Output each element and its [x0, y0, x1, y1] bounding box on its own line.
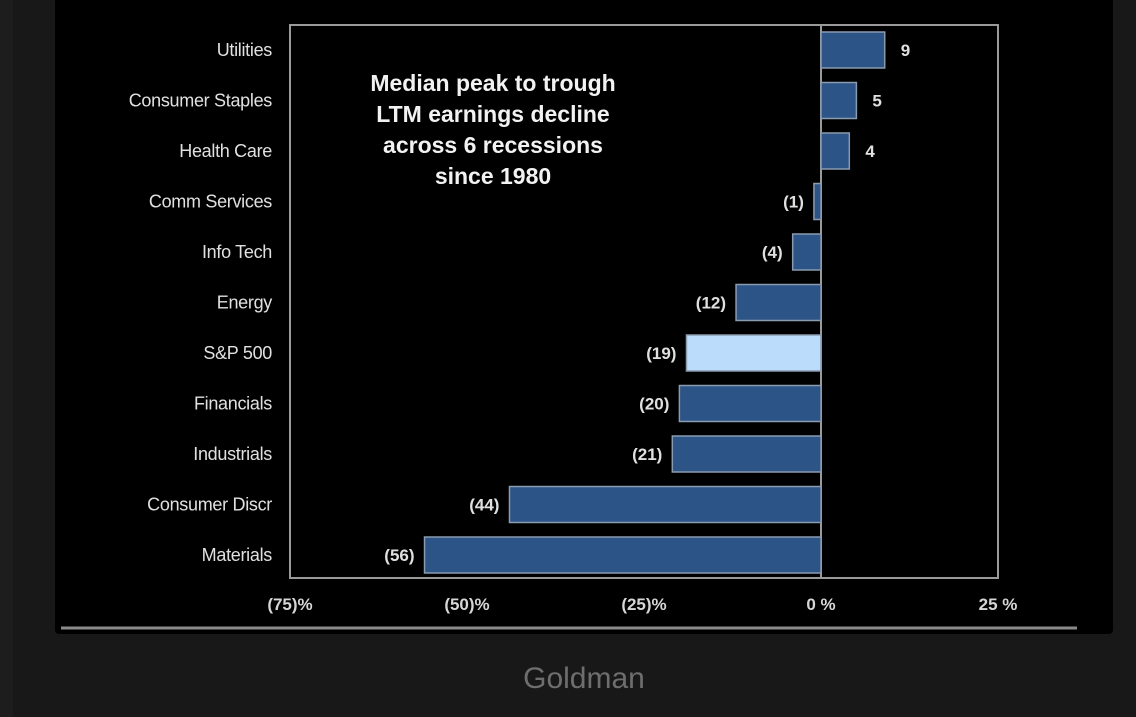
bar-comm-services: [813, 182, 822, 221]
x-tick-label: (50)%: [444, 595, 489, 614]
category-label: Consumer Staples: [129, 91, 273, 111]
x-tick-label: 25 %: [979, 595, 1018, 614]
value-label: (20): [639, 395, 669, 414]
bar-s-p-500: [685, 334, 822, 372]
chart-title: Median peak to trough LTM earnings decli…: [370, 70, 615, 189]
x-tick-label: 0 %: [806, 595, 835, 614]
bar-utilities: [820, 31, 886, 69]
value-label: (12): [696, 294, 726, 313]
category-label: Materials: [202, 545, 273, 565]
chart-title-line: LTM earnings decline: [376, 101, 609, 127]
value-label: (44): [469, 496, 499, 515]
value-label: (4): [762, 243, 783, 262]
bar-energy: [735, 283, 822, 322]
bar-health-care: [820, 132, 851, 170]
chart-title-line: across 6 recessions: [383, 132, 603, 158]
value-label: (19): [646, 344, 676, 363]
category-label: Consumer Discr: [147, 495, 272, 515]
bar-consumer-discr: [508, 485, 822, 524]
bar-financials: [678, 384, 822, 423]
category-label: Financials: [194, 394, 272, 414]
chart-title-line: Median peak to trough: [370, 70, 615, 96]
bar-info-tech: [791, 233, 822, 271]
bar-chart: Utilities 9 Consumer Staples 5 Health Care 4 C…: [61, 24, 1077, 630]
x-tick-label: (25)%: [621, 595, 666, 614]
x-tick-label: (75)%: [267, 595, 312, 614]
category-label: Utilities: [217, 40, 273, 60]
category-label: Industrials: [193, 444, 272, 464]
value-label: (21): [632, 445, 662, 464]
category-label: Energy: [217, 293, 273, 313]
value-label: (56): [384, 546, 414, 565]
value-label: (1): [783, 193, 804, 212]
bar-industrials: [671, 435, 822, 473]
value-label: 9: [901, 41, 910, 60]
category-label: Info Tech: [202, 242, 272, 262]
value-label: 4: [865, 142, 875, 161]
category-label: Health Care: [179, 141, 272, 161]
value-label: 5: [872, 92, 881, 111]
chart-title-line: since 1980: [435, 163, 551, 189]
bar-consumer-staples: [820, 81, 858, 120]
category-label: S&P 500: [203, 343, 272, 363]
source-caption: Goldman: [523, 662, 645, 695]
category-label: Comm Services: [149, 192, 272, 212]
bar-materials: [423, 536, 822, 574]
